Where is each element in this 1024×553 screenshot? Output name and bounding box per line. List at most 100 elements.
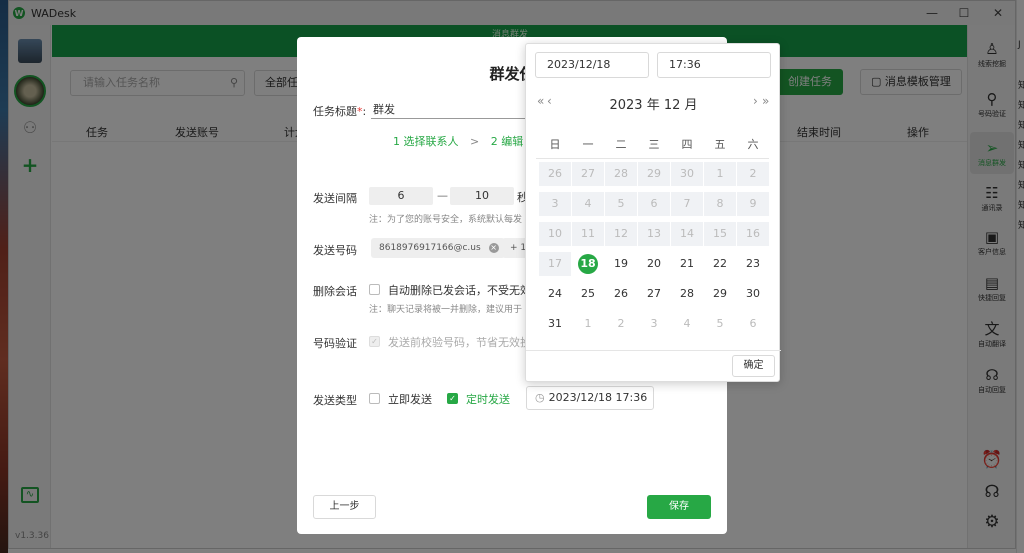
calendar-day: 17 bbox=[539, 252, 571, 276]
calendar-day[interactable]: 25 bbox=[572, 282, 604, 306]
calendar-day: 8 bbox=[704, 192, 736, 216]
scheduled-datetime-value: 2023/12/18 17:36 bbox=[548, 391, 648, 404]
scheduled-send-label: 定时发送 bbox=[466, 393, 510, 406]
day-number: 3 bbox=[551, 197, 559, 210]
delete-session-checkbox[interactable] bbox=[369, 284, 380, 295]
day-number: 26 bbox=[548, 167, 562, 180]
calendar-day: 28 bbox=[605, 162, 637, 186]
delete-session-note: 注：聊天记录将被一并删除，建议用于 bbox=[369, 305, 523, 315]
calendar-day[interactable]: 1 bbox=[572, 312, 604, 336]
day-number: 12 bbox=[614, 227, 628, 240]
calendar-day[interactable]: 31 bbox=[539, 312, 571, 336]
day-number: 1 bbox=[716, 167, 724, 180]
calendar-day: 16 bbox=[737, 222, 769, 246]
verify-label: 号码验证 bbox=[313, 337, 357, 350]
interval-dash: — bbox=[437, 189, 448, 202]
day-number: 7 bbox=[683, 197, 691, 210]
day-number: 31 bbox=[548, 317, 562, 330]
calendar-day[interactable]: 21 bbox=[671, 252, 703, 276]
picker-time-input[interactable]: 17:36 bbox=[657, 52, 771, 78]
day-number: 21 bbox=[680, 257, 694, 270]
day-number: 28 bbox=[680, 287, 694, 300]
year-month-label[interactable]: 2023 年 12 月 bbox=[526, 94, 781, 113]
day-number: 9 bbox=[749, 197, 757, 210]
day-number: 3 bbox=[650, 317, 658, 330]
calendar-day: 26 bbox=[539, 162, 571, 186]
calendar-day[interactable]: 4 bbox=[671, 312, 703, 336]
calendar-day: 6 bbox=[638, 192, 670, 216]
day-number: 20 bbox=[647, 257, 661, 270]
day-number: 10 bbox=[548, 227, 562, 240]
next-year-icon[interactable]: » bbox=[762, 94, 769, 108]
day-number: 23 bbox=[746, 257, 760, 270]
day-number: 6 bbox=[650, 197, 658, 210]
remove-tag-icon[interactable]: × bbox=[488, 243, 499, 253]
weekday-label: 一 bbox=[582, 138, 594, 151]
picker-date-input[interactable]: 2023/12/18 bbox=[535, 52, 649, 78]
weekday-label: 五 bbox=[714, 138, 726, 151]
calendar-day: 29 bbox=[638, 162, 670, 186]
calendar-day: 9 bbox=[737, 192, 769, 216]
day-number: 2 bbox=[617, 317, 625, 330]
calendar-day[interactable]: 19 bbox=[605, 252, 637, 276]
day-number: 5 bbox=[617, 197, 625, 210]
required-mark: * bbox=[357, 105, 363, 118]
day-number: 22 bbox=[713, 257, 727, 270]
scheduled-datetime-input[interactable]: ◷ 2023/12/18 17:36 bbox=[526, 386, 654, 410]
prev-year-icon[interactable]: « bbox=[537, 94, 544, 108]
month-header: 2023 年 12 月 « ‹ › » bbox=[526, 94, 781, 113]
day-number: 30 bbox=[680, 167, 694, 180]
calendar-day: 11 bbox=[572, 222, 604, 246]
day-number: 26 bbox=[614, 287, 628, 300]
next-month-icon[interactable]: › bbox=[753, 94, 758, 108]
immediate-send-checkbox[interactable] bbox=[369, 393, 380, 404]
calendar-day[interactable]: 22 bbox=[704, 252, 736, 276]
calendar-day: 2 bbox=[737, 162, 769, 186]
calendar-day: 13 bbox=[638, 222, 670, 246]
prev-step-button[interactable]: 上一步 bbox=[313, 495, 376, 519]
calendar-day-selected[interactable]: 18 bbox=[572, 252, 604, 276]
immediate-send-label: 立即发送 bbox=[388, 393, 432, 406]
day-number: 1 bbox=[584, 317, 592, 330]
calendar-day[interactable]: 26 bbox=[605, 282, 637, 306]
scheduled-send-checkbox[interactable]: ✓ bbox=[447, 393, 458, 404]
calendar-day[interactable]: 27 bbox=[638, 282, 670, 306]
step-1[interactable]: 1 选择联系人 bbox=[393, 135, 459, 148]
day-number: 30 bbox=[746, 287, 760, 300]
calendar-day: 12 bbox=[605, 222, 637, 246]
interval-max-input[interactable]: 10 bbox=[450, 187, 514, 205]
datetime-picker: 2023/12/18 17:36 2023 年 12 月 « ‹ › » 日 一 二… bbox=[525, 43, 781, 382]
sender-tag-text: 8618976917166@c.us bbox=[379, 243, 481, 253]
calendar-day[interactable]: 20 bbox=[638, 252, 670, 276]
day-number: 24 bbox=[548, 287, 562, 300]
prev-month-icon[interactable]: ‹ bbox=[547, 94, 552, 108]
calendar-day[interactable]: 28 bbox=[671, 282, 703, 306]
day-number: 14 bbox=[680, 227, 694, 240]
interval-min-input[interactable]: 6 bbox=[369, 187, 433, 205]
save-button[interactable]: 保存 bbox=[647, 495, 711, 519]
calendar-day[interactable]: 29 bbox=[704, 282, 736, 306]
calendar-day: 1 bbox=[704, 162, 736, 186]
calendar-day[interactable]: 23 bbox=[737, 252, 769, 276]
calendar-day[interactable]: 2 bbox=[605, 312, 637, 336]
day-number: 11 bbox=[581, 227, 595, 240]
day-number: 8 bbox=[716, 197, 724, 210]
calendar-day[interactable]: 24 bbox=[539, 282, 571, 306]
calendar-day[interactable]: 5 bbox=[704, 312, 736, 336]
day-number: 29 bbox=[647, 167, 661, 180]
clock-icon: ◷ bbox=[535, 391, 545, 404]
task-title-input[interactable]: 群发 bbox=[371, 101, 551, 119]
day-number: 19 bbox=[614, 257, 628, 270]
picker-ok-button[interactable]: 确定 bbox=[732, 355, 775, 377]
sender-label: 发送号码 bbox=[313, 244, 357, 257]
calendar-day[interactable]: 6 bbox=[737, 312, 769, 336]
interval-label: 发送间隔 bbox=[313, 192, 357, 205]
day-number: 18 bbox=[578, 254, 598, 274]
calendar-day: 30 bbox=[671, 162, 703, 186]
delete-session-label: 删除会话 bbox=[313, 285, 357, 298]
verify-text: 发送前校验号码，节省无效投 bbox=[388, 336, 531, 349]
calendar-day[interactable]: 30 bbox=[737, 282, 769, 306]
calendar-day[interactable]: 3 bbox=[638, 312, 670, 336]
day-number: 2 bbox=[749, 167, 757, 180]
step-2[interactable]: 2 编辑 bbox=[491, 135, 524, 148]
